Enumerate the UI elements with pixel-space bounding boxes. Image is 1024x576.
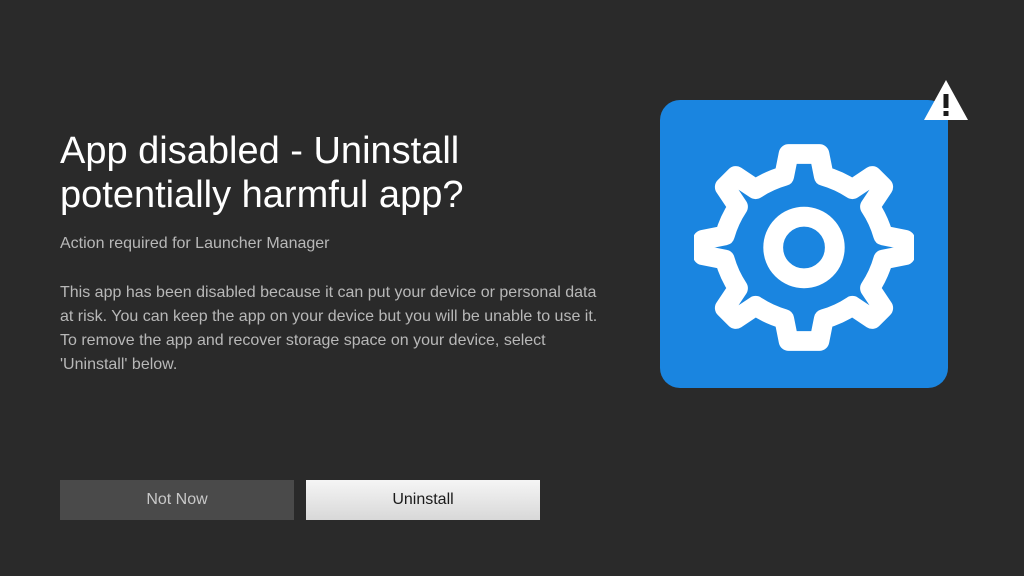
button-row: Not Now Uninstall bbox=[60, 480, 540, 520]
dialog-subtitle: Action required for Launcher Manager bbox=[60, 235, 620, 253]
not-now-button[interactable]: Not Now bbox=[60, 480, 294, 520]
app-icon bbox=[660, 100, 948, 388]
dialog-body: This app has been disabled because it ca… bbox=[60, 281, 600, 377]
dialog-container: App disabled - Uninstall potentially har… bbox=[0, 0, 1024, 388]
app-icon-wrapper bbox=[660, 100, 948, 388]
warning-icon bbox=[920, 76, 972, 128]
dialog-heading: App disabled - Uninstall potentially har… bbox=[60, 130, 620, 217]
dialog-content: App disabled - Uninstall potentially har… bbox=[60, 130, 620, 388]
gear-icon bbox=[694, 132, 914, 357]
uninstall-button[interactable]: Uninstall bbox=[306, 480, 540, 520]
